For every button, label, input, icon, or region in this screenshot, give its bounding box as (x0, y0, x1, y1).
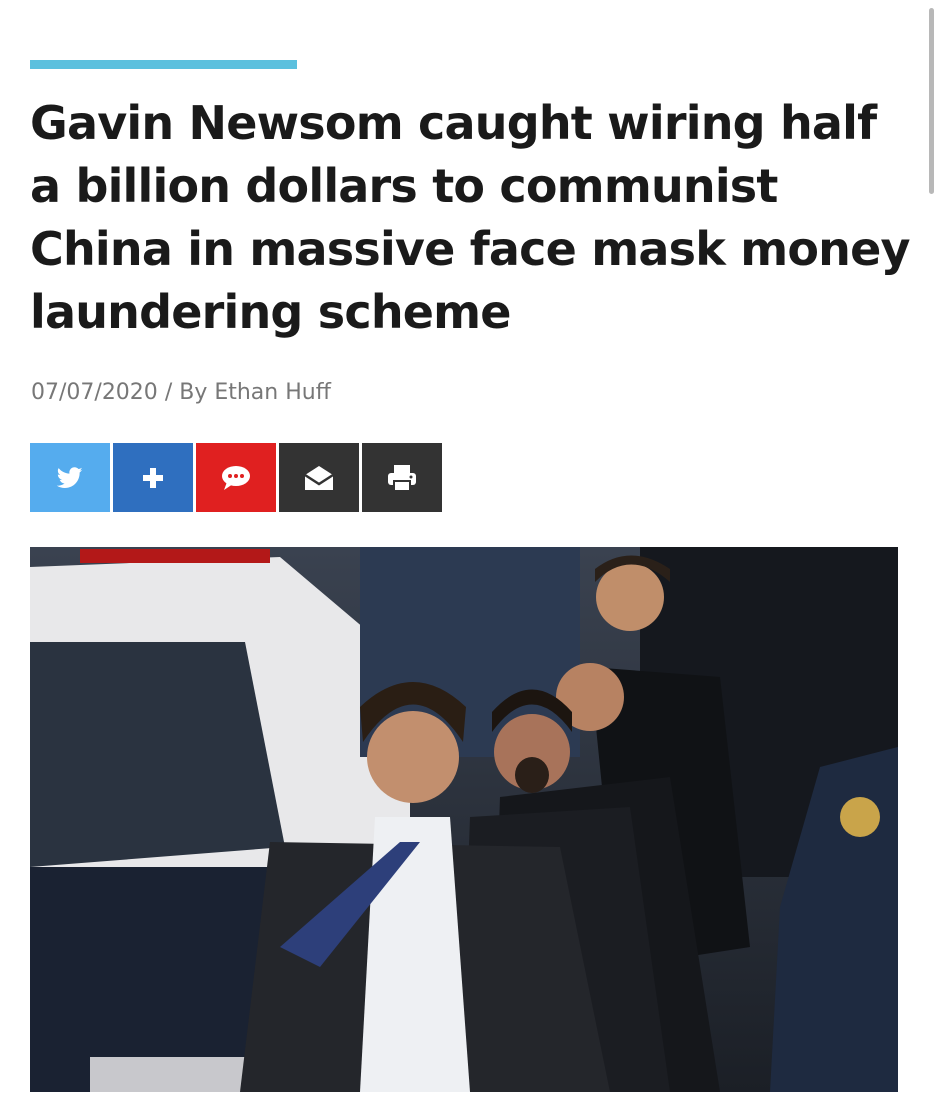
comment-icon (222, 465, 250, 490)
email-share-button[interactable] (279, 443, 359, 512)
accent-bar (30, 60, 297, 69)
add-share-button[interactable] (113, 443, 193, 512)
article-author[interactable]: By Ethan Huff (179, 380, 331, 405)
comment-button[interactable] (196, 443, 276, 512)
share-bar (30, 443, 442, 512)
twitter-icon (57, 466, 83, 488)
plus-icon (143, 467, 163, 488)
email-icon (304, 465, 334, 490)
print-icon (388, 464, 416, 492)
article-meta: 07/07/2020 / By Ethan Huff (31, 380, 331, 405)
meta-separator: / (164, 380, 173, 405)
twitter-share-button[interactable] (30, 443, 110, 512)
scrollbar[interactable] (929, 8, 934, 194)
article-date: 07/07/2020 (31, 380, 158, 405)
article-hero-image (30, 547, 898, 1092)
article-headline: Gavin Newsom caught wiring half a billio… (30, 96, 910, 339)
print-button[interactable] (362, 443, 442, 512)
